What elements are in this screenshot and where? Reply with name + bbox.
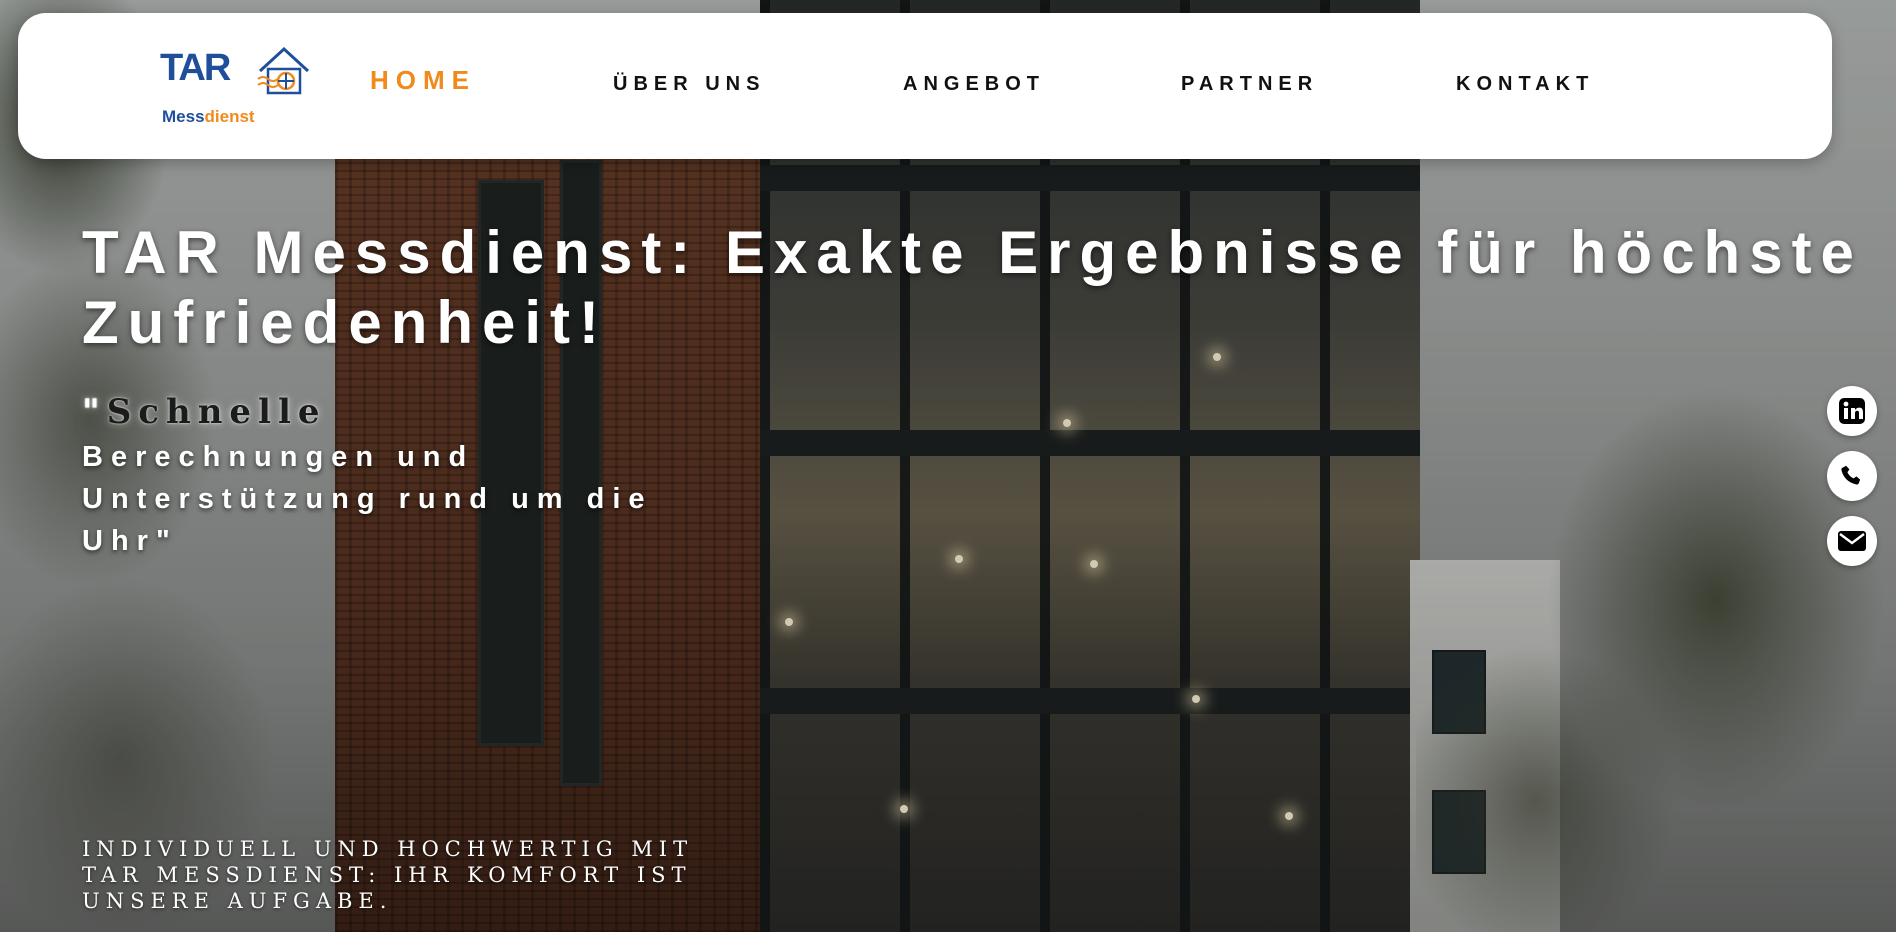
hero-quote-open: " xyxy=(82,392,107,432)
linkedin-icon xyxy=(1839,398,1865,424)
hero-quote-text: Berechnungen und Unterstützung rund um d… xyxy=(82,441,653,557)
hero-quote-first-word: Schnelle xyxy=(106,392,327,432)
nav-kontakt[interactable]: KONTAKT xyxy=(1456,73,1594,96)
mail-button[interactable] xyxy=(1827,516,1877,566)
house-icon xyxy=(257,46,310,95)
nav-angebot[interactable]: ANGEBOT xyxy=(903,73,1045,96)
site-header: TAR Messdienst HOME ÜBER UNS ANGEBOT PAR… xyxy=(18,13,1832,159)
logo-subtitle-dienst: dienst xyxy=(204,107,255,126)
hero-quote-first-line: "Schnelle xyxy=(82,392,327,432)
phone-icon xyxy=(1841,465,1861,485)
nav-partner[interactable]: PARTNER xyxy=(1181,73,1318,96)
logo-subtitle-mess: Mess xyxy=(162,107,205,126)
linkedin-button[interactable] xyxy=(1827,386,1877,436)
hero-title: TAR Messdienst: Exakte Ergebnisse für hö… xyxy=(82,219,1863,356)
logo-brand-tar: TAR xyxy=(160,47,231,89)
nav-home[interactable]: HOME xyxy=(370,65,476,96)
logo-subtitle: Messdienst xyxy=(162,107,255,127)
mail-icon xyxy=(1838,531,1866,551)
phone-button[interactable] xyxy=(1827,451,1877,501)
hero-tagline: INDIVIDUELL UND HOCHWERTIG MIT TAR MESSD… xyxy=(82,837,694,913)
page: TAR Messdienst HOME ÜBER UNS ANGEBOT PAR… xyxy=(0,0,1896,932)
nav-ueber-uns[interactable]: ÜBER UNS xyxy=(613,73,765,96)
site-logo[interactable]: TAR Messdienst xyxy=(138,43,318,135)
logo-brand-text: TAR xyxy=(160,47,231,90)
